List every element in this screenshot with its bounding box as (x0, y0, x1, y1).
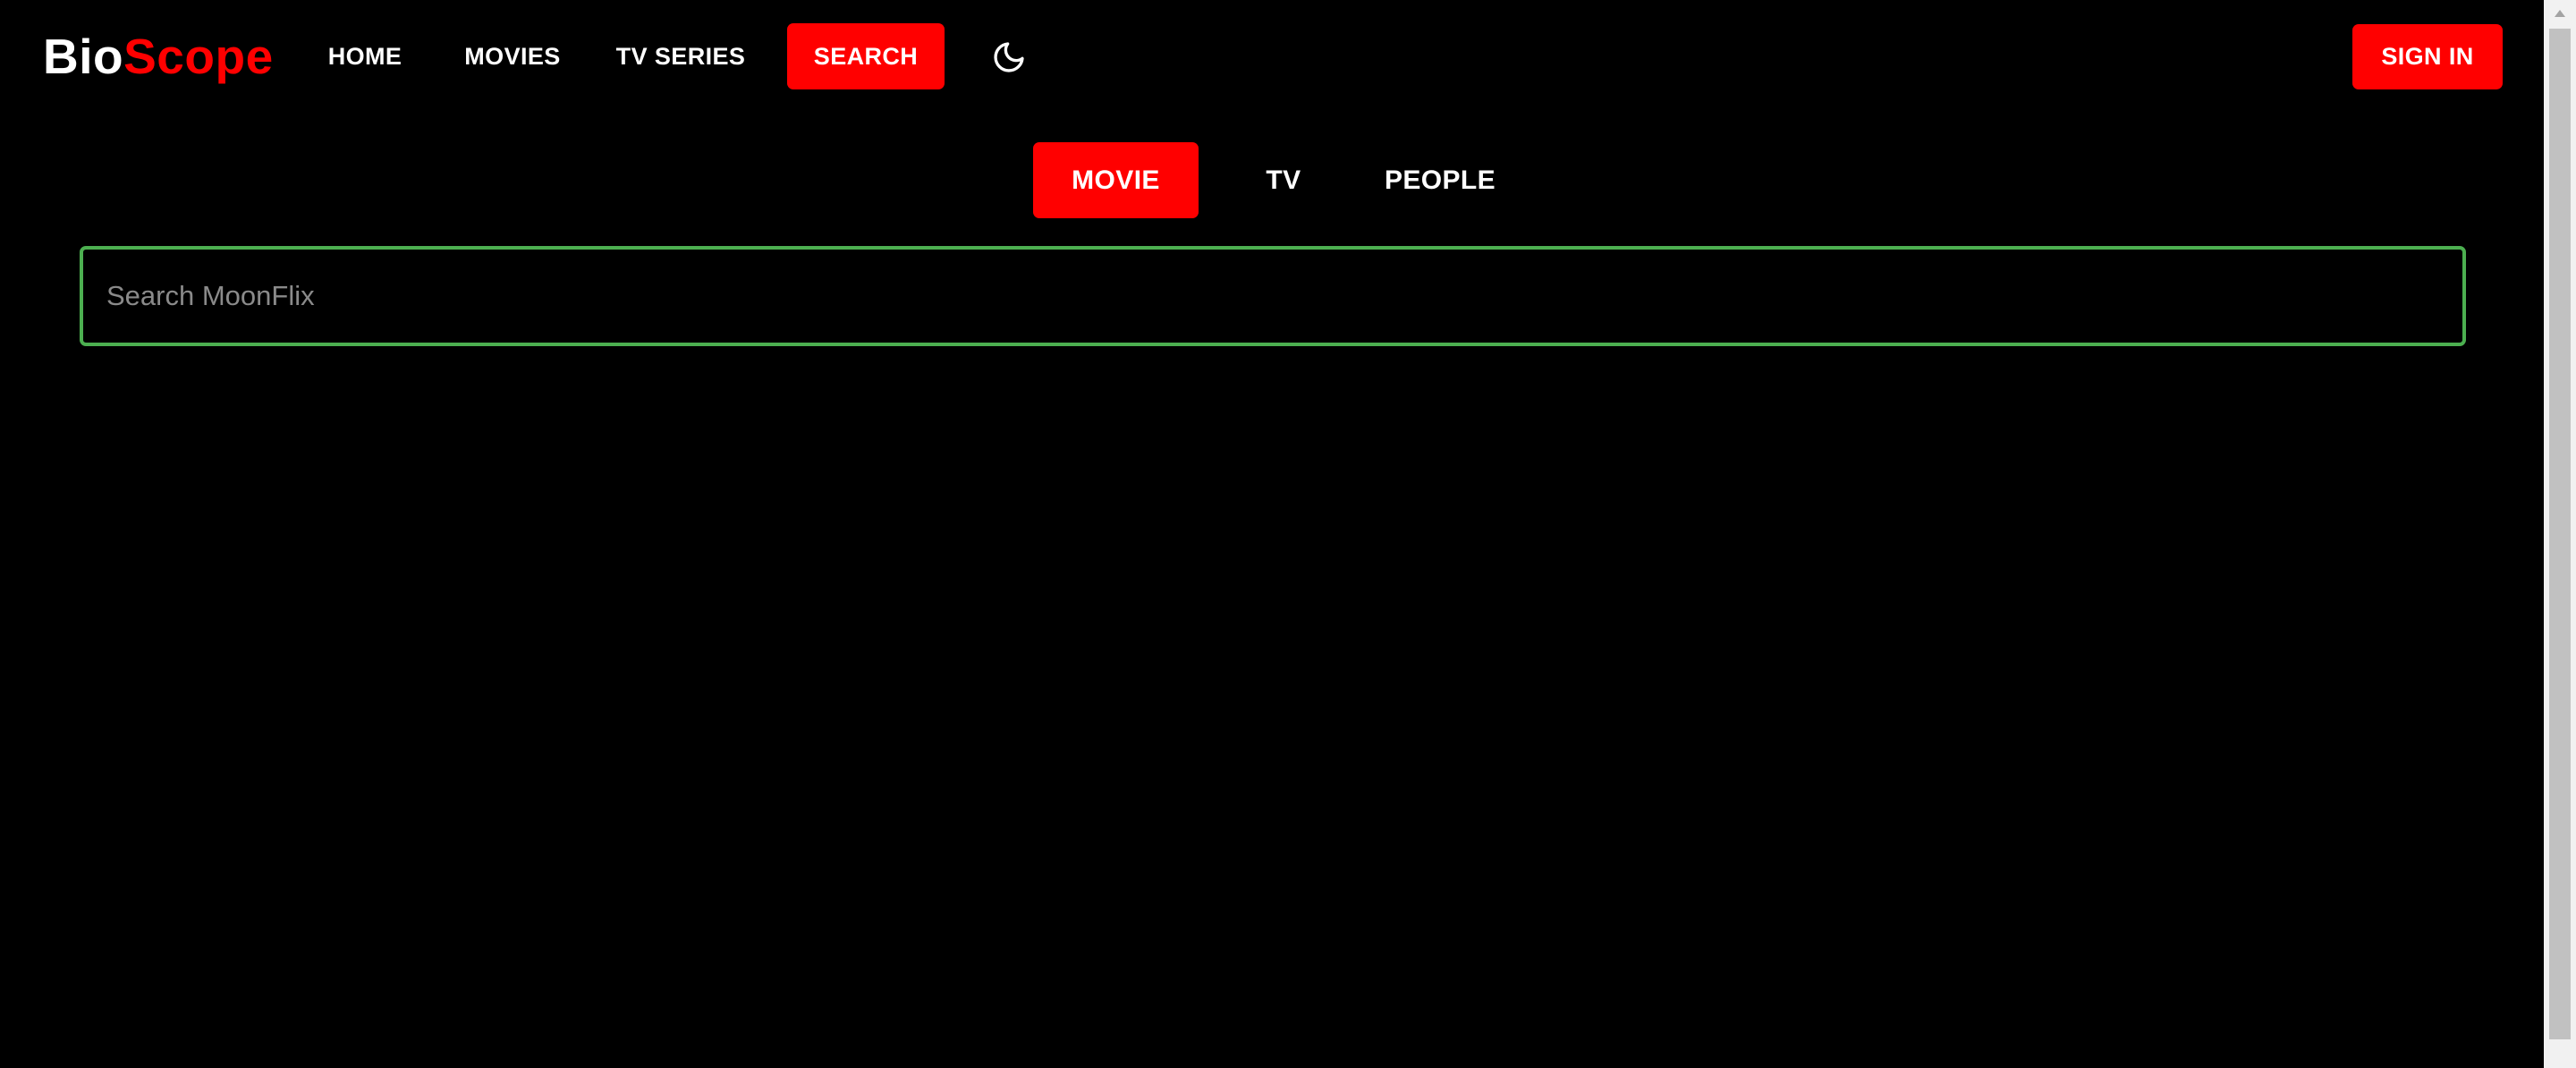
scrollbar-thumb[interactable] (2549, 29, 2571, 1039)
sign-in-button[interactable]: SIGN IN (2352, 24, 2503, 89)
nav-home-link[interactable]: HOME (315, 23, 415, 89)
search-field (80, 246, 2466, 346)
nav-tv-series-link[interactable]: TV SERIES (605, 23, 757, 89)
tab-tv[interactable]: TV (1243, 142, 1324, 218)
tab-people[interactable]: PEOPLE (1368, 142, 1512, 218)
search-input[interactable] (83, 250, 2462, 343)
theme-toggle-button[interactable] (980, 34, 1038, 81)
vertical-scrollbar[interactable] (2544, 0, 2576, 1068)
page: BioScope HOME MOVIES TV SERIES SEARCH SI… (0, 0, 2576, 1068)
brand-logo-part-bio: Bio (43, 29, 124, 84)
moon-icon (991, 39, 1027, 75)
nav-search-button[interactable]: SEARCH (787, 23, 945, 89)
nav-movies-link[interactable]: MOVIES (454, 23, 571, 89)
scroll-up-arrow-icon[interactable] (2544, 0, 2576, 27)
brand-logo[interactable]: BioScope (43, 25, 274, 88)
tab-movie[interactable]: MOVIE (1033, 142, 1199, 218)
brand-logo-part-scope: Scope (123, 29, 274, 84)
top-navbar: BioScope HOME MOVIES TV SERIES SEARCH SI… (0, 0, 2544, 113)
